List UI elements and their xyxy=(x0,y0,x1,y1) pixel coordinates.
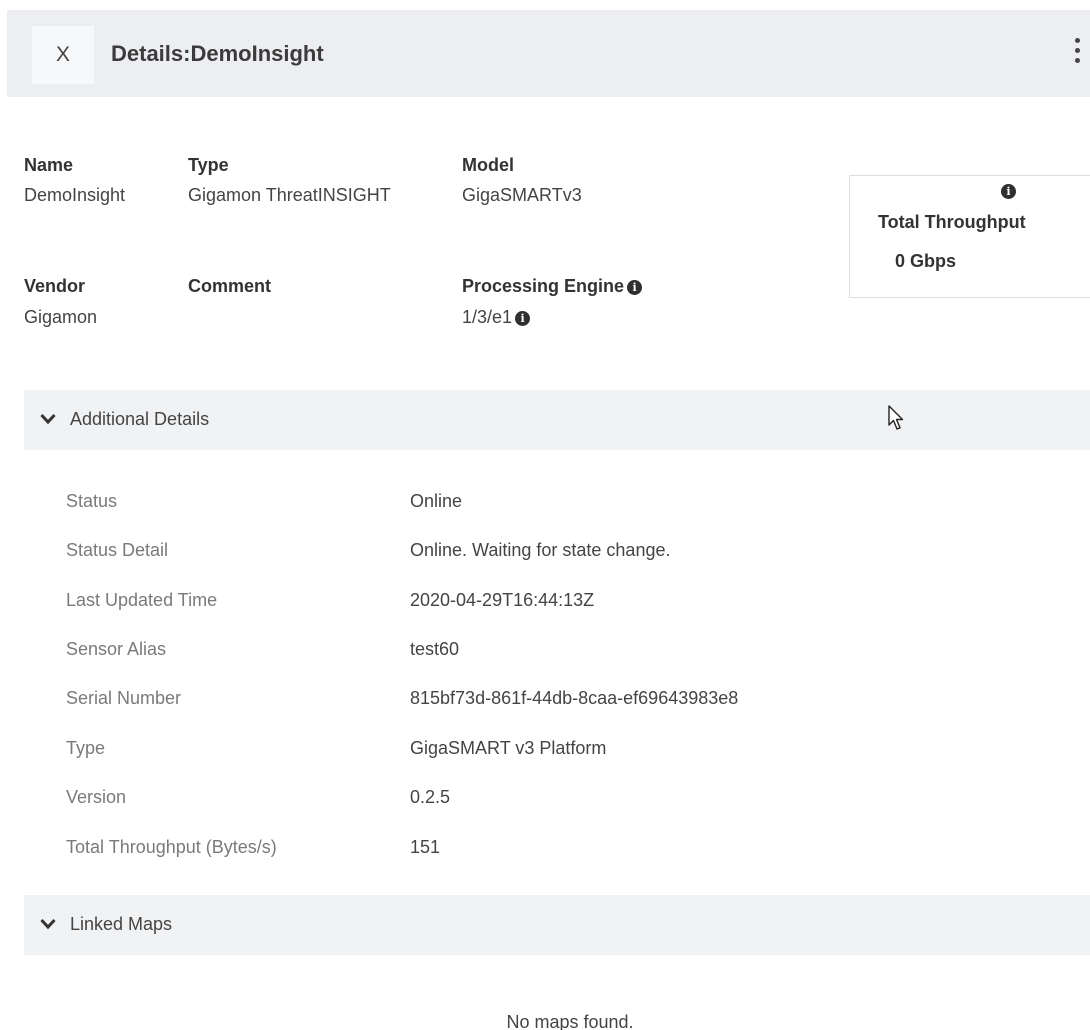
close-button[interactable]: X xyxy=(32,26,94,84)
detail-label: Type xyxy=(66,738,106,758)
detail-value: GigaSMART v3 Platform xyxy=(410,738,607,758)
detail-value: test60 xyxy=(410,639,460,659)
info-icon[interactable]: i xyxy=(515,311,531,326)
vendor-label: Vendor xyxy=(24,276,86,296)
throughput-value: 0 Gbps xyxy=(895,251,957,271)
chevron-down-icon xyxy=(40,918,56,930)
model-label: Model xyxy=(462,155,514,175)
type-value: Gigamon ThreatINSIGHT xyxy=(188,185,391,205)
additional-details-title: Additional Details xyxy=(70,409,210,429)
type-label: Type xyxy=(188,155,229,175)
detail-value: 151 xyxy=(410,837,441,857)
detail-label: Sensor Alias xyxy=(66,639,167,659)
mouse-cursor-icon xyxy=(888,405,904,430)
processing-engine-label: Processing Engine xyxy=(462,276,625,296)
detail-label: Serial Number xyxy=(66,688,182,708)
panel-header: X Details:DemoInsight xyxy=(7,10,1090,97)
throughput-title: Total Throughput xyxy=(878,212,1026,232)
detail-value: 2020-04-29T16:44:13Z xyxy=(410,590,595,610)
detail-label: Version xyxy=(66,787,127,807)
linked-maps-toggle[interactable]: Linked Maps xyxy=(24,895,1090,955)
empty-maps-message: No maps found. xyxy=(506,1012,634,1030)
name-value: DemoInsight xyxy=(24,185,126,205)
detail-label: Status Detail xyxy=(66,540,169,560)
detail-label: Status xyxy=(66,491,118,511)
details-panel: X Details:DemoInsight Name DemoInsight T… xyxy=(0,0,1090,1030)
processing-engine-field: Processing Engine i xyxy=(462,276,643,297)
detail-value: 815bf73d-861f-44db-8caa-ef69643983e8 xyxy=(410,688,739,708)
vendor-value: Gigamon xyxy=(24,307,98,327)
processing-engine-value: 1/3/e1 xyxy=(462,307,513,327)
chevron-down-icon xyxy=(40,413,56,425)
linked-maps-title: Linked Maps xyxy=(70,914,173,934)
info-icon[interactable]: i xyxy=(1001,184,1016,199)
additional-details-toggle[interactable]: Additional Details xyxy=(24,390,1090,450)
detail-value: Online. Waiting for state change. xyxy=(410,540,671,560)
info-icon[interactable]: i xyxy=(627,280,643,295)
processing-engine-field-value: 1/3/e1 i xyxy=(462,307,531,328)
model-value: GigaSMARTv3 xyxy=(462,185,582,205)
page-title: Details:DemoInsight xyxy=(111,41,324,66)
name-label: Name xyxy=(24,155,74,175)
more-options-icon[interactable] xyxy=(1072,38,1082,72)
detail-value: Online xyxy=(410,491,463,511)
detail-value: 0.2.5 xyxy=(410,787,451,807)
detail-label: Last Updated Time xyxy=(66,590,218,610)
detail-label: Total Throughput (Bytes/s) xyxy=(66,837,277,857)
throughput-card: i Total Throughput 0 Gbps xyxy=(849,175,1090,298)
comment-label: Comment xyxy=(188,276,272,296)
